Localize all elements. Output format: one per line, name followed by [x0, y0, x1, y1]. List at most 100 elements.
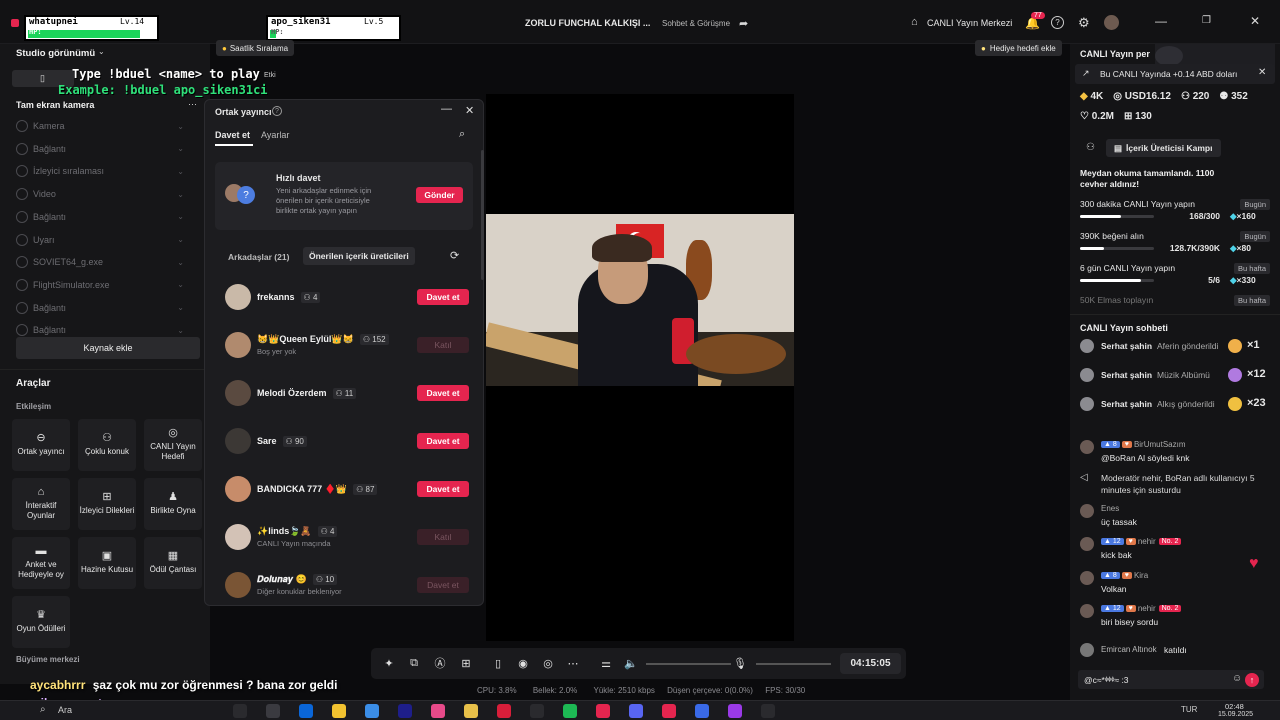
- chevron-down-icon[interactable]: ⌄: [177, 303, 184, 312]
- tab-settings[interactable]: Ayarlar: [261, 130, 289, 140]
- hourly-rank-chip[interactable]: ● Saatlik Sıralama: [216, 40, 295, 56]
- tool-gift[interactable]: ⊞ İzleyici Dilekleri: [78, 478, 136, 530]
- tool-gamepad[interactable]: ⌂ İnteraktif Oyunlar: [12, 478, 70, 530]
- live-center-link[interactable]: CANLI Yayın Merkezi: [927, 18, 1012, 28]
- phone-icon[interactable]: ▯: [491, 656, 505, 670]
- source-row[interactable]: Bağlantı ⌄: [16, 299, 184, 317]
- effects-tab[interactable]: Etki: [264, 72, 276, 79]
- record-icon[interactable]: ◉: [516, 656, 530, 670]
- send-icon[interactable]: ↑: [1245, 673, 1259, 687]
- tool-target[interactable]: ◎ CANLI Yayın Hedefi: [144, 419, 202, 471]
- chat-input[interactable]: @c≈*ᶲᶲᶲ≈ :3 ☺ ↑: [1078, 670, 1264, 689]
- chevron-down-icon[interactable]: ⌄: [177, 258, 184, 267]
- avatar[interactable]: [1080, 397, 1094, 411]
- source-row[interactable]: Kamera ⌄: [16, 117, 184, 135]
- chevron-down-icon[interactable]: ⌄: [177, 122, 184, 131]
- chat-user[interactable]: nehir: [1138, 537, 1156, 546]
- tool-poll[interactable]: ▬ Anket ve Hediyeyle oy: [12, 537, 70, 589]
- volume-icon[interactable]: 🔈: [624, 656, 638, 670]
- chat-user[interactable]: Enes: [1101, 504, 1119, 513]
- gift-goal-chip[interactable]: ● Hediye hedefi ekle: [975, 40, 1062, 56]
- camera-switch-icon[interactable]: ◎: [541, 656, 555, 670]
- creator-action-button[interactable]: Davet et: [417, 385, 469, 401]
- gift-sender[interactable]: Serhat şahin: [1101, 370, 1152, 380]
- minimize-icon[interactable]: —: [441, 103, 452, 115]
- tool-chest[interactable]: ▣ Hazine Kutusu: [78, 537, 136, 589]
- source-row[interactable]: İzleyici sıralaması ⌄: [16, 162, 184, 180]
- source-row[interactable]: Bağlantı ⌄: [16, 140, 184, 158]
- send-button[interactable]: Gönder: [416, 187, 463, 203]
- creator-action-button[interactable]: Davet et: [417, 433, 469, 449]
- creator-action-button[interactable]: Davet et: [417, 577, 469, 593]
- search-icon[interactable]: ⌕: [40, 704, 46, 715]
- discord-icon[interactable]: [629, 704, 643, 718]
- friends-tab[interactable]: Arkadaşlar (21): [228, 252, 289, 262]
- close-icon[interactable]: ✕: [1258, 67, 1266, 78]
- ai-icon[interactable]: Ⓐ: [433, 656, 447, 670]
- source-row[interactable]: SOVIET64_g.exe ⌄: [16, 253, 184, 271]
- maximize-icon[interactable]: ❐: [1202, 15, 1211, 26]
- terminal-icon[interactable]: [530, 704, 544, 718]
- vs-icon[interactable]: [398, 704, 412, 718]
- avatar[interactable]: [225, 284, 251, 310]
- spotify-icon[interactable]: [563, 704, 577, 718]
- minimize-icon[interactable]: —: [1155, 14, 1167, 28]
- taskview-icon[interactable]: [266, 704, 280, 718]
- search-icon[interactable]: ⌕: [459, 128, 465, 141]
- mic-icon[interactable]: 🎙: [733, 656, 747, 670]
- creator-action-button[interactable]: Davet et: [417, 289, 469, 305]
- tool-link[interactable]: ⊖ Ortak yayıncı: [12, 419, 70, 471]
- studio-view-dropdown[interactable]: Studio görünümü: [16, 48, 95, 59]
- chat-user[interactable]: BirUmutSazım: [1134, 440, 1186, 449]
- creator-action-button[interactable]: Davet et: [417, 481, 469, 497]
- avatar[interactable]: [225, 476, 251, 502]
- github-icon[interactable]: [761, 704, 775, 718]
- explorer-icon[interactable]: [464, 704, 478, 718]
- sliders-icon[interactable]: ⚌: [599, 656, 613, 670]
- suggested-creators-tab[interactable]: Önerilen içerik üreticileri: [303, 247, 415, 265]
- mic-slider[interactable]: [756, 663, 831, 665]
- share-icon[interactable]: ➦: [739, 17, 748, 30]
- tool-joystick[interactable]: ♟ Birlikte Oyna: [144, 478, 202, 530]
- source-row[interactable]: FlightSimulator.exe ⌄: [16, 276, 184, 294]
- stream-category[interactable]: Sohbet & Görüşme: [662, 19, 730, 28]
- volume-slider[interactable]: [646, 663, 731, 665]
- tiktok-icon[interactable]: [596, 704, 610, 718]
- source-row[interactable]: Bağlantı ⌄: [16, 208, 184, 226]
- avatar[interactable]: [225, 380, 251, 406]
- source-row[interactable]: Video ⌄: [16, 185, 184, 203]
- taskbar-search[interactable]: Ara: [58, 705, 72, 715]
- magic-wand-icon[interactable]: ✦: [382, 656, 396, 670]
- vpn-icon[interactable]: [695, 704, 709, 718]
- info-icon[interactable]: ?: [272, 106, 282, 116]
- add-source-button[interactable]: Kaynak ekle: [16, 337, 200, 359]
- gift-sender[interactable]: Serhat şahin: [1101, 341, 1152, 351]
- avatar[interactable]: [225, 428, 251, 454]
- language-indicator[interactable]: TUR: [1181, 705, 1197, 714]
- more-icon[interactable]: ⋯: [566, 656, 580, 670]
- chat-user[interactable]: Emircan Altınok: [1101, 645, 1157, 654]
- avatar[interactable]: [1080, 368, 1094, 382]
- gift-sender[interactable]: Serhat şahin: [1101, 399, 1152, 409]
- tool-users[interactable]: ⚇ Çoklu konuk: [78, 419, 136, 471]
- windows-store-icon[interactable]: [299, 704, 313, 718]
- source-row[interactable]: Uyarı ⌄: [16, 231, 184, 249]
- tool-bag[interactable]: ▦ Ödül Çantası: [144, 537, 202, 589]
- avatar[interactable]: [1080, 339, 1094, 353]
- tiktok-live-icon[interactable]: [662, 704, 676, 718]
- creator-action-button[interactable]: Katıl: [417, 529, 469, 545]
- chevron-down-icon[interactable]: ⌄: [177, 280, 184, 289]
- close-icon[interactable]: ✕: [465, 104, 474, 117]
- edge-icon[interactable]: [365, 704, 379, 718]
- tab-invite[interactable]: Davet et: [215, 130, 250, 140]
- photos-icon[interactable]: [431, 704, 445, 718]
- gear-icon[interactable]: ⚙: [1078, 15, 1090, 31]
- avatar[interactable]: [225, 572, 251, 598]
- more-icon[interactable]: ⋯: [188, 99, 197, 110]
- creator-action-button[interactable]: Katıl: [417, 337, 469, 353]
- chevron-down-icon[interactable]: ⌄: [177, 190, 184, 199]
- avatar[interactable]: [1080, 643, 1094, 657]
- avatar[interactable]: [1080, 571, 1094, 585]
- avatar[interactable]: [1080, 504, 1094, 518]
- chevron-down-icon[interactable]: ⌄: [177, 144, 184, 153]
